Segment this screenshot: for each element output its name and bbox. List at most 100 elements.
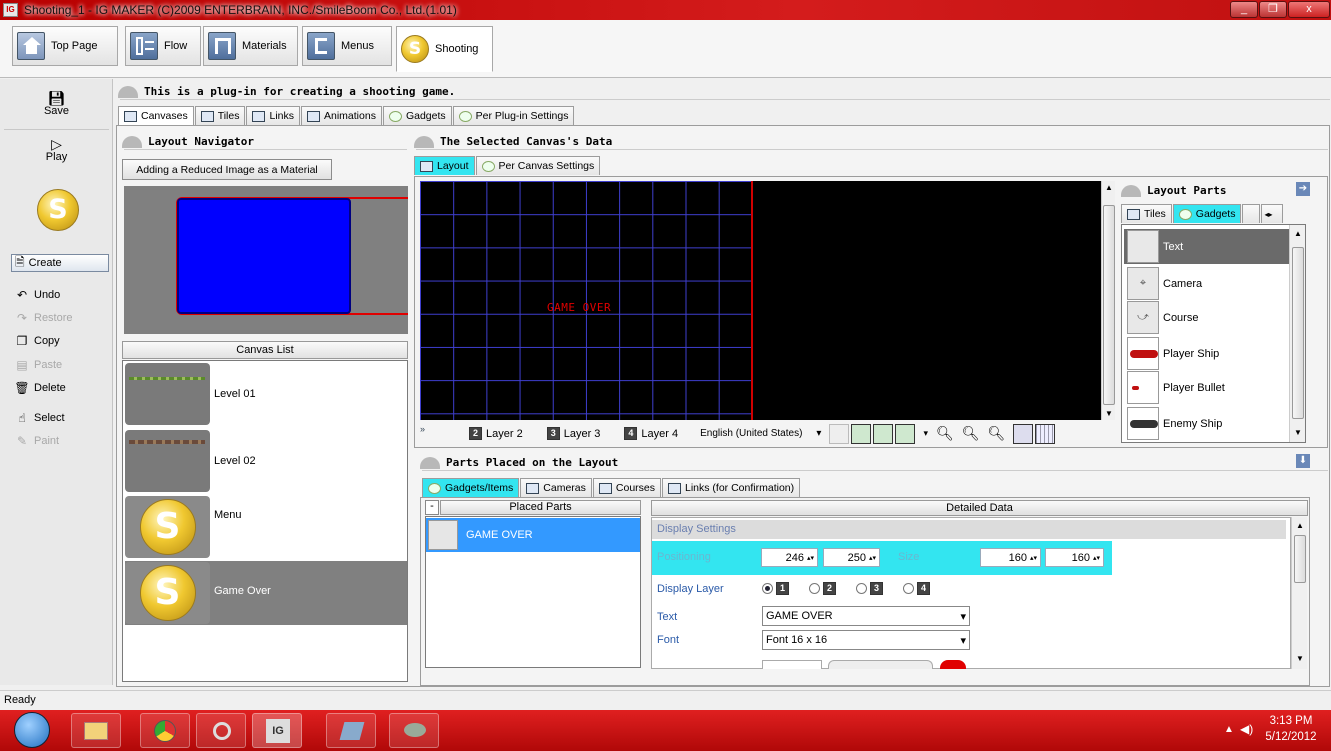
create-button[interactable]: 🗎︎ Create [11, 254, 109, 272]
layer-radio-4[interactable]: 4 [903, 582, 930, 595]
tab-per-canvas-settings[interactable]: Per Canvas Settings [475, 156, 601, 175]
minimize-button[interactable]: _ [1230, 1, 1258, 18]
layout-vertical-scrollbar[interactable]: ▲ ▼ [1101, 181, 1115, 420]
game-app-icon[interactable] [389, 713, 439, 748]
tab-parts-gadgets[interactable]: Gadgets [1172, 204, 1242, 223]
part-item-text[interactable]: Text [1124, 229, 1289, 264]
file-explorer-icon[interactable] [71, 713, 121, 748]
scroll-thumb[interactable] [1292, 247, 1304, 419]
scroll-down-icon[interactable]: ▼ [1296, 654, 1304, 663]
grid-toggle-icon[interactable] [1035, 423, 1056, 444]
partial-button[interactable] [828, 660, 933, 669]
clock[interactable]: 3:13 PM 5/12/2012 [1263, 713, 1319, 745]
undo-button[interactable]: ↶ Undo [14, 288, 60, 302]
part-item-camera[interactable]: ⌖ Camera [1124, 266, 1289, 301]
canvas-item-level-02[interactable]: Level 02 [125, 429, 406, 493]
layer-view-icon[interactable] [829, 423, 850, 444]
play-button[interactable]: ▷ Play [0, 137, 113, 163]
chevron-down-icon[interactable]: ▾ [923, 428, 928, 439]
layer-3-toggle[interactable]: 3 Layer 3 [546, 427, 600, 440]
detail-vertical-scrollbar[interactable]: ▲ ▼ [1291, 517, 1307, 669]
tab-gadgets-items[interactable]: Gadgets/Items [422, 478, 520, 497]
add-reduced-image-button[interactable]: Adding a Reduced Image as a Material [122, 159, 332, 180]
volume-icon[interactable]: ◀) [1240, 722, 1253, 736]
select-button[interactable]: ☝ Select [14, 411, 64, 425]
layout-canvas[interactable]: GAME OVER [420, 181, 1101, 420]
tab-cameras[interactable]: Cameras [520, 478, 592, 497]
restore-button[interactable]: ↷ Restore [14, 311, 73, 325]
size-width-spinner[interactable]: 160 ▴▾ [980, 548, 1041, 567]
layer-radio-2[interactable]: 2 [809, 582, 836, 595]
tab-parts-tiles[interactable]: Tiles [1121, 204, 1172, 223]
layer-view-icon[interactable] [895, 423, 916, 444]
zoom-in-icon[interactable]: 🔍︎ [962, 425, 980, 442]
collapse-button[interactable]: - [425, 500, 439, 515]
layer-view-icon[interactable] [873, 423, 894, 444]
layer-radio-3[interactable]: 3 [856, 582, 883, 595]
close-button[interactable]: x [1288, 1, 1330, 18]
arrow-right-icon[interactable]: ➔ [1296, 182, 1310, 196]
save-button[interactable]: 💾︎ Save [0, 91, 113, 117]
chrome-icon[interactable] [140, 713, 190, 748]
part-item-player-bullet[interactable]: Player Bullet [1124, 370, 1289, 405]
tool-icon[interactable] [196, 713, 246, 748]
layer-4-toggle[interactable]: 4 Layer 4 [624, 427, 678, 440]
tab-links-confirmation[interactable]: Links (for Confirmation) [662, 478, 801, 497]
layer-view-icon[interactable] [851, 423, 872, 444]
canvas-item-menu[interactable]: S Menu [125, 495, 406, 559]
tab-per-plugin-settings[interactable]: Per Plug-in Settings [452, 106, 575, 125]
tab-tiles[interactable]: Tiles [194, 106, 246, 125]
spin-arrows-icon[interactable]: ▴▾ [1030, 554, 1037, 562]
tab-menus[interactable]: Menus [302, 26, 392, 66]
tab-courses[interactable]: Courses [592, 478, 661, 497]
canvas-item-game-over[interactable]: S Game Over [125, 561, 407, 625]
paste-button[interactable]: ▤ Paste [14, 358, 62, 372]
scroll-up-icon[interactable]: ▲ [1296, 521, 1304, 530]
tab-flow[interactable]: Flow [125, 26, 201, 66]
tab-scroll-arrows[interactable]: ◂▸ [1261, 204, 1284, 223]
spin-arrows-icon[interactable]: ▴▾ [1093, 554, 1100, 562]
app-icon[interactable] [326, 713, 376, 748]
spin-arrows-icon[interactable]: ▴▾ [807, 554, 814, 562]
copy-button[interactable]: ❐ Copy [14, 334, 60, 348]
scroll-up-icon[interactable]: ▲ [1294, 229, 1302, 238]
part-item-enemy-ship[interactable]: Enemy Ship [1124, 406, 1289, 441]
viewport-rectangle[interactable] [177, 198, 351, 314]
start-button-icon[interactable] [14, 712, 50, 748]
expand-toolbar-icon[interactable]: » [420, 424, 425, 434]
scroll-down-icon[interactable]: ▼ [1294, 428, 1302, 437]
zoom-reset-icon[interactable]: 🔍︎ [988, 425, 1006, 442]
part-item-player-ship[interactable]: Player Ship [1124, 336, 1289, 371]
arrow-down-icon[interactable]: ⬇ [1296, 454, 1310, 468]
partial-field[interactable] [762, 660, 822, 669]
size-height-spinner[interactable]: 160 ▴▾ [1045, 548, 1104, 567]
scroll-down-icon[interactable]: ▼ [1105, 409, 1113, 418]
tray-expand-icon[interactable]: ▲ [1224, 724, 1234, 735]
canvas-item-level-01[interactable]: Level 01 [125, 362, 406, 426]
tab-materials[interactable]: Materials [203, 26, 298, 66]
scroll-thumb[interactable] [1103, 205, 1115, 405]
tab-shooting[interactable]: S Shooting [396, 26, 493, 72]
magnet-icon[interactable] [1013, 423, 1034, 444]
font-select[interactable]: Font 16 x 16 ▾ [762, 630, 970, 650]
part-item-course[interactable]: ⤻ Course [1124, 300, 1289, 335]
layer-2-toggle[interactable]: 2 Layer 2 [469, 427, 523, 440]
delete-button[interactable]: 🗑︎ Delete [14, 381, 65, 395]
tab-layout[interactable]: Layout [414, 156, 475, 175]
spin-arrows-icon[interactable]: ▴▾ [869, 554, 876, 562]
tab-top-page[interactable]: Top Page [12, 26, 118, 66]
position-x-spinner[interactable]: 246 ▴▾ [761, 548, 818, 567]
position-y-spinner[interactable]: 250 ▴▾ [823, 548, 880, 567]
placed-part-game-over[interactable]: GAME OVER [426, 518, 640, 552]
text-select[interactable]: GAME OVER ▾ [762, 606, 970, 626]
tab-canvases[interactable]: Canvases [118, 106, 194, 125]
language-select[interactable]: English (United States) ▾ [700, 428, 821, 439]
tab-gadgets[interactable]: Gadgets [382, 106, 452, 125]
ig-maker-taskbar-icon[interactable]: IG [252, 713, 302, 748]
scroll-thumb[interactable] [1294, 535, 1306, 583]
layer-radio-1[interactable]: 1 [762, 582, 789, 595]
paint-button[interactable]: ✎ Paint [14, 434, 59, 448]
maximize-button[interactable]: ❐ [1259, 1, 1287, 18]
tab-links[interactable]: Links [246, 106, 300, 125]
zoom-out-icon[interactable]: 🔍︎ [936, 425, 954, 442]
